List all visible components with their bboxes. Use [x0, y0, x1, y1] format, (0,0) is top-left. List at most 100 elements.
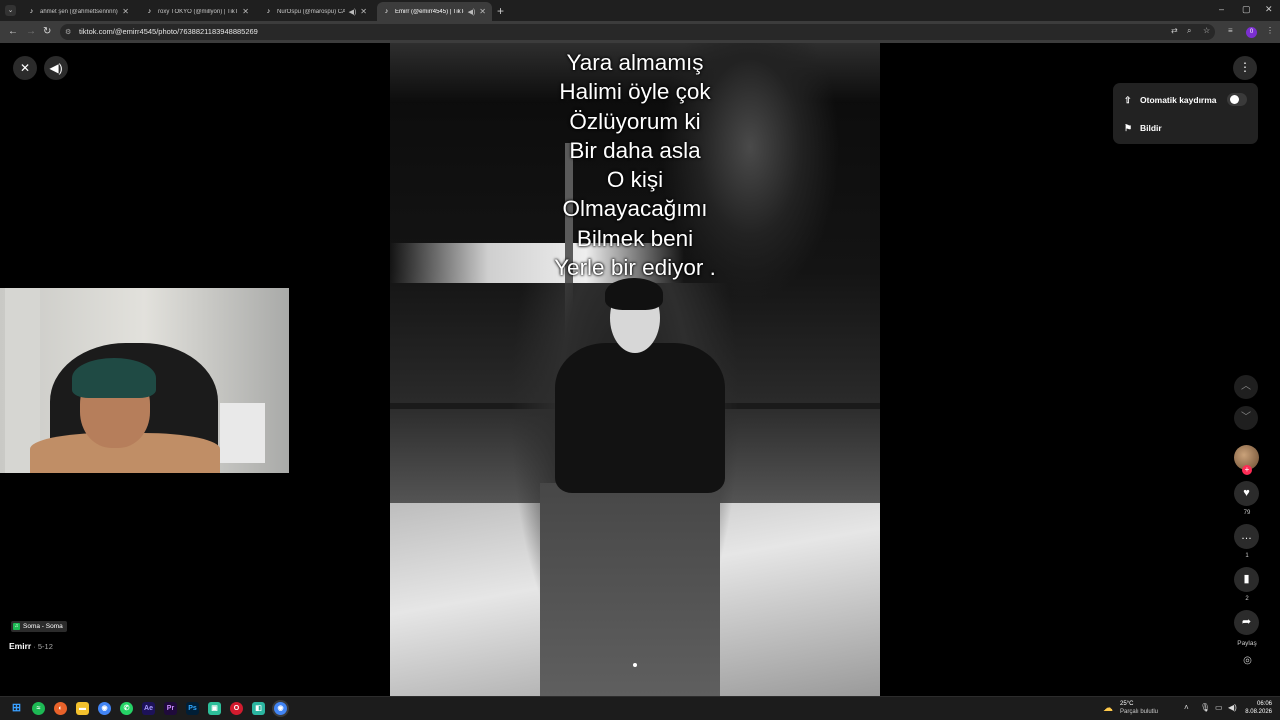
translate-icon[interactable]: ⇄ [1171, 26, 1178, 35]
post-photo: Yara almamış Halimi öyle çok Özlüyorum k… [390, 43, 880, 696]
file-explorer-icon[interactable]: ▬ [76, 702, 89, 715]
tab-close-icon[interactable]: ✕ [242, 7, 249, 16]
site-info-icon[interactable]: ⚙ [65, 28, 71, 36]
speaker-icon[interactable]: ◀) [468, 8, 476, 16]
app-icon[interactable]: ◧ [252, 702, 265, 715]
new-tab-button[interactable]: + [497, 4, 504, 18]
caption-line: Halimi öyle çok [559, 79, 711, 105]
tab-close-icon[interactable]: ✕ [479, 7, 486, 16]
opera-icon[interactable]: O [230, 702, 243, 715]
chrome-icon[interactable]: ◉ [98, 702, 111, 715]
comment-button[interactable]: … [1234, 524, 1259, 549]
close-viewer-button[interactable]: ✕ [13, 56, 37, 80]
profile-avatar[interactable]: 0 [1246, 27, 1257, 38]
whatsapp-icon[interactable]: ✆ [120, 702, 133, 715]
autoscroll-toggle[interactable] [1227, 93, 1247, 106]
reload-icon[interactable]: ↻ [43, 26, 51, 37]
close-window-button[interactable]: ✕ [1265, 4, 1273, 15]
flag-icon: ⚑ [1124, 122, 1133, 133]
tray-overflow-icon[interactable]: ˄ [1184, 703, 1189, 712]
url-text[interactable]: tiktok.com/@emirr4545/photo/763882118394… [79, 27, 258, 36]
photoshop-icon[interactable]: Ps [186, 702, 199, 715]
previous-post-button[interactable]: ︿ [1234, 375, 1258, 399]
spotify-icon[interactable]: ≈ [32, 702, 45, 715]
author-name[interactable]: Emirr [9, 641, 31, 651]
volume-icon[interactable]: ◀) [1228, 703, 1237, 712]
bookmark-button[interactable]: ▮ [1234, 567, 1259, 592]
maximize-button[interactable]: ▢ [1242, 4, 1251, 15]
after-effects-icon[interactable]: Ae [142, 702, 155, 715]
speaker-icon[interactable]: ◀) [349, 8, 357, 16]
windows-taskbar: ⊞ ≈ ◐ ▬ ◉ ✆ Ae Pr Ps ▣ O ◧ ◉ ☁ 25°C Parç… [0, 696, 1280, 720]
tiktok-icon: ♪ [147, 8, 152, 15]
address-toolbar: ← → ↻ ⚙ tiktok.com/@emirr4545/photo/7638… [0, 21, 1280, 43]
clock-time: 06:06 [1256, 701, 1272, 707]
more-menu-icon[interactable]: ⋮ [1266, 26, 1274, 35]
music-note-icon: ♫ [13, 623, 20, 630]
photo-page-dot[interactable] [633, 663, 637, 667]
chrome-active-icon[interactable]: ◉ [274, 702, 287, 715]
tab-ahmet[interactable]: ♪ ahmet şen (@ahmettsennnn) | TikTok ✕ [22, 2, 135, 21]
tab-nurospu[interactable]: ♪ NurOspu (@marospu) CANLI ◀) ✕ [259, 2, 373, 21]
photo-caption: Yara almamış Halimi öyle çok Özlüyorum k… [390, 48, 880, 282]
partly-cloudy-icon: ☁ [1103, 703, 1113, 714]
webcam-cap [72, 358, 156, 398]
caption-line: Bir daha asla [569, 137, 701, 163]
like-button[interactable]: ♥ [1234, 481, 1259, 506]
webcam-radiator [220, 403, 265, 463]
options-menu: ⇧ Otomatik kaydırma ⚑ Bildir [1113, 83, 1258, 144]
caption-line: Özlüyorum ki [569, 108, 701, 134]
tab-title: ahmet şen (@ahmettsennnn) | TikTok [40, 8, 118, 15]
tiktok-icon: ♪ [266, 8, 271, 15]
tab-emirr[interactable]: ♪ Emirr (@emirr4545) | TikTok ◀) ✕ [377, 2, 492, 21]
system-clock[interactable]: 06:06 8.08.2026 [1240, 700, 1272, 716]
minimize-button[interactable]: – [1219, 4, 1224, 14]
network-icon[interactable]: ▭ [1215, 703, 1223, 712]
microphone-icon[interactable]: 🎙 [1200, 703, 1210, 712]
toggle-knob [1230, 95, 1239, 104]
music-disc-icon[interactable]: ◎ [1240, 655, 1255, 670]
tab-title: roxy TOKYO (@millyon) | TikTok [158, 8, 239, 15]
bookmark-star-icon[interactable]: ☆ [1203, 26, 1210, 35]
webcam-overlay [0, 288, 289, 473]
more-options-button[interactable]: ⋮ [1233, 56, 1257, 80]
volume-button[interactable]: ◀) [44, 56, 68, 80]
share-label: Paylaş [1237, 640, 1257, 647]
bookmark-count: 2 [1245, 596, 1249, 602]
media-control-icon[interactable]: ≡ [1228, 26, 1233, 35]
autoscroll-item[interactable]: ⇧ Otomatik kaydırma [1124, 90, 1217, 110]
post-date: · 5-12 [31, 642, 53, 651]
share-button[interactable]: ➦ [1234, 610, 1259, 635]
music-label: Soma - Soma [23, 623, 63, 630]
tiktok-icon: ♪ [29, 8, 34, 15]
photo-person-hair [605, 278, 663, 310]
report-item[interactable]: ⚑ Bildir [1124, 118, 1162, 138]
tiktok-icon: ♪ [384, 8, 389, 15]
windows-icon[interactable]: ⊞ [10, 702, 23, 715]
browser-tab-bar: ⌄ ♪ ahmet şen (@ahmettsennnn) | TikTok ✕… [0, 0, 1280, 21]
back-icon[interactable]: ← [8, 26, 18, 37]
tab-close-icon[interactable]: ✕ [360, 7, 367, 16]
like-count: 79 [1243, 510, 1251, 516]
zoom-icon[interactable]: ⌕ [1187, 26, 1191, 36]
caption-line: Yara almamış [566, 50, 704, 75]
caption-line: Bilmek beni [576, 225, 694, 251]
caption-line: O kişi [606, 167, 664, 193]
premiere-icon[interactable]: Pr [164, 702, 177, 715]
tab-roxy[interactable]: ♪ roxy TOKYO (@millyon) | TikTok ✕ [140, 2, 255, 21]
capcut-icon[interactable]: ▣ [208, 702, 221, 715]
url-bar[interactable]: ⚙ tiktok.com/@emirr4545/photo/7638821183… [60, 24, 1215, 40]
tab-title: Emirr (@emirr4545) | TikTok [395, 8, 464, 15]
music-tag[interactable]: ♫ Soma - Soma [11, 621, 67, 632]
tab-title: NurOspu (@marospu) CANLI [277, 8, 345, 15]
tab-close-icon[interactable]: ✕ [122, 7, 129, 16]
forward-icon[interactable]: → [26, 26, 36, 37]
next-post-button[interactable]: ﹀ [1234, 406, 1258, 430]
caption-line: Yerle bir ediyor . [554, 255, 716, 281]
tab-search-button[interactable]: ⌄ [5, 5, 16, 16]
tiktok-photo-viewer: ✕ ◀) Yara almamış Halimi öyle çok Özlüyo… [0, 43, 1280, 696]
autoscroll-label: Otomatik kaydırma [1140, 95, 1217, 105]
follow-plus-icon[interactable]: + [1242, 465, 1252, 475]
photo-person-jacket [555, 343, 725, 493]
firefox-icon[interactable]: ◐ [54, 702, 67, 715]
